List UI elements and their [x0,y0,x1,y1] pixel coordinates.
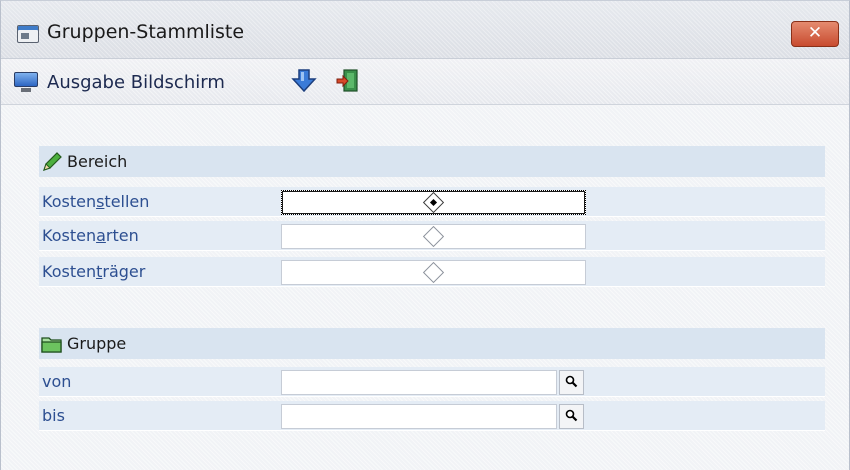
toolbar: Ausgabe Bildschirm [1,59,849,105]
bis-input[interactable] [281,404,557,429]
arrow-down-icon[interactable] [291,68,317,94]
content-area: Bereich Kostenstellen Kostenarten Kosten… [1,106,849,470]
range-row-von: von [39,367,825,397]
section-gruppe: Gruppe [39,328,825,359]
section-bereich: Bereich [39,146,825,177]
option-row-kostenstellen: Kostenstellen [39,187,825,217]
magnifier-icon [565,375,578,388]
output-screen-button[interactable]: Ausgabe Bildschirm [13,69,225,95]
output-screen-label: Ausgabe Bildschirm [47,71,225,93]
monitor-icon [13,71,39,93]
bis-label: bis [42,406,65,425]
von-search-button[interactable] [559,370,584,395]
radio-kostenarten[interactable] [281,224,586,249]
section-gruppe-title: Gruppe [67,334,127,353]
von-label: von [42,372,72,391]
option-row-kostentraeger: Kostenträger [39,257,825,287]
radio-indicator-checked [422,191,445,214]
title-bar: Gruppen-Stammliste ✕ [1,1,849,59]
option-label-kostenstellen: Kostenstellen [42,192,150,211]
window-title: Gruppen-Stammliste [47,21,245,43]
radio-indicator [422,261,445,284]
option-label-kostentraeger: Kostenträger [42,262,146,281]
main-window: Gruppen-Stammliste ✕ Ausgabe Bildschirm [0,0,850,470]
app-window-icon [17,25,39,43]
bis-search-button[interactable] [559,404,584,429]
radio-kostentraeger[interactable] [281,260,586,285]
option-label-kostenarten: Kostenarten [42,226,139,245]
von-input[interactable] [281,370,557,395]
close-button[interactable]: ✕ [791,21,839,47]
option-row-kostenarten: Kostenarten [39,221,825,251]
section-bereich-title: Bereich [67,152,128,171]
radio-indicator [422,225,445,248]
exit-door-icon[interactable] [335,68,361,94]
pencil-icon [41,151,63,173]
magnifier-icon [565,409,578,422]
radio-kostenstellen[interactable] [281,190,586,215]
folder-icon [41,334,63,354]
range-row-bis: bis [39,401,825,431]
